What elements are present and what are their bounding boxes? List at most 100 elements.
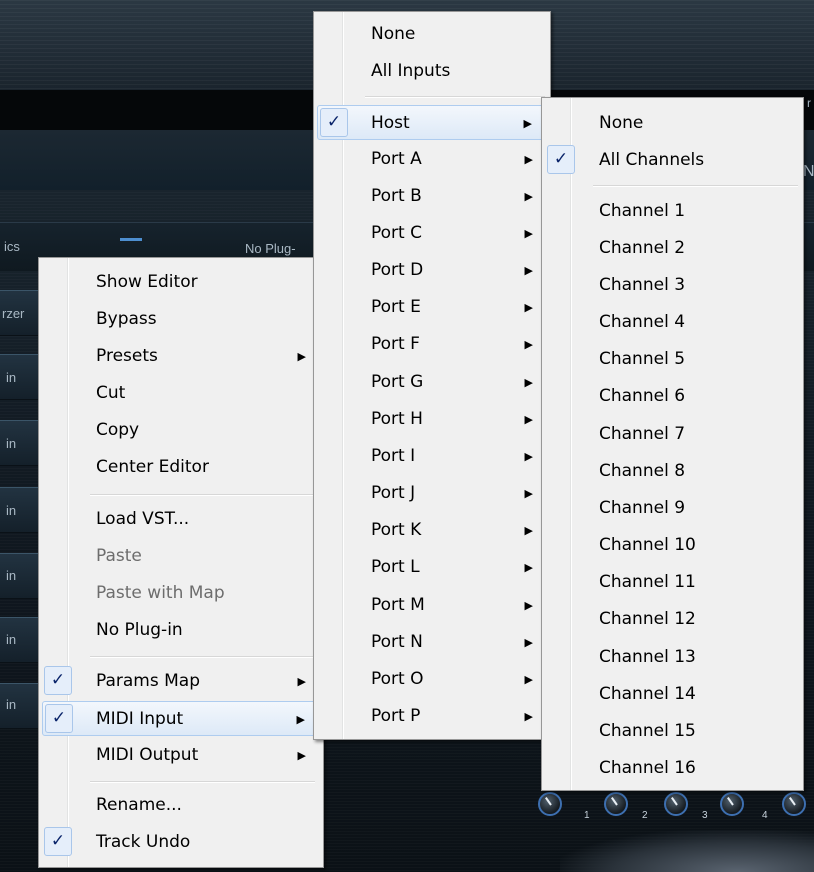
slot-row-label: in	[6, 436, 17, 451]
menu-item-label: Channel 7	[599, 424, 686, 444]
knob-number: 3	[702, 810, 708, 821]
menu-item-port-b[interactable]: Port B ▶	[317, 179, 547, 214]
menu-item-label: Copy	[96, 420, 140, 440]
menu-item-load-vst[interactable]: Load VST...	[42, 502, 320, 537]
menu-item-channel-10[interactable]: Channel 10	[545, 528, 800, 563]
knob-4[interactable]	[720, 792, 744, 816]
submenu-arrow-icon: ▶	[524, 450, 533, 463]
menu-item-cut[interactable]: Cut	[42, 376, 320, 411]
menu-item-host[interactable]: ✓ Host ▶	[317, 105, 547, 140]
menu-item-port-c[interactable]: Port C ▶	[317, 216, 547, 251]
knob-5[interactable]	[782, 792, 806, 816]
menu-separator	[593, 185, 798, 187]
menu-item-label: Port K	[371, 520, 422, 540]
menu-item-channel-12[interactable]: Channel 12	[545, 602, 800, 637]
menu-item-label: All Channels	[599, 150, 705, 170]
menu-item-port-a[interactable]: Port A ▶	[317, 142, 547, 177]
menu-item-channel-7[interactable]: Channel 7	[545, 417, 800, 452]
edge-glyph: N	[803, 163, 814, 180]
check-icon: ✓	[320, 108, 348, 137]
menu-item-channel-16[interactable]: Channel 16	[545, 751, 800, 786]
submenu-arrow-icon: ▶	[523, 117, 532, 130]
menu-item-label: Paste	[96, 546, 142, 566]
menu-item-none[interactable]: None	[317, 17, 547, 52]
menu-item-channel-11[interactable]: Channel 11	[545, 565, 800, 600]
menu-item-params-map[interactable]: ✓ Params Map ▶	[42, 664, 320, 699]
menu-item-channel-2[interactable]: Channel 2	[545, 231, 800, 266]
menu-item-label: Port C	[371, 223, 422, 243]
edge-glyph: r	[807, 96, 811, 110]
menu-item-label: Port G	[371, 372, 424, 392]
menu-item-port-l[interactable]: Port L ▶	[317, 550, 547, 585]
submenu-arrow-icon: ▶	[524, 636, 533, 649]
menu-item-midi-output[interactable]: MIDI Output ▶	[42, 738, 320, 773]
menu-item-label: Channel 14	[599, 684, 696, 704]
menu-item-presets[interactable]: Presets ▶	[42, 339, 320, 374]
knob-number: 1	[584, 810, 590, 821]
menu-item-no-plugin[interactable]: No Plug-in	[42, 613, 320, 648]
menu-item-label: None	[371, 24, 416, 44]
menu-item-channel-15[interactable]: Channel 15	[545, 714, 800, 749]
submenu-arrow-icon: ▶	[524, 153, 533, 166]
menu-item-channel-4[interactable]: Channel 4	[545, 305, 800, 340]
menu-item-channel-5[interactable]: Channel 5	[545, 342, 800, 377]
menu-item-channel-14[interactable]: Channel 14	[545, 677, 800, 712]
menu-item-port-i[interactable]: Port I ▶	[317, 439, 547, 474]
menu-separator	[90, 494, 315, 496]
menu-item-port-d[interactable]: Port D ▶	[317, 253, 547, 288]
menu-item-port-k[interactable]: Port K ▶	[317, 513, 547, 548]
menu-item-all-channels[interactable]: ✓ All Channels	[545, 143, 800, 178]
menu-item-port-m[interactable]: Port M ▶	[317, 588, 547, 623]
menu-item-label: Channel 8	[599, 461, 686, 481]
submenu-arrow-icon: ▶	[524, 673, 533, 686]
menu-item-port-p[interactable]: Port P ▶	[317, 699, 547, 734]
menu-item-channel-13[interactable]: Channel 13	[545, 640, 800, 675]
menu-item-track-undo[interactable]: ✓ Track Undo	[42, 825, 320, 860]
slot-row-label: in	[6, 568, 17, 583]
midi-input-submenu: None All Inputs ✓ Host ▶ Port A ▶ Port B ▶ P…	[313, 11, 551, 740]
menu-item-midi-input[interactable]: ✓ MIDI Input ▶	[42, 701, 320, 736]
menu-item-label: MIDI Input	[96, 709, 184, 729]
menu-item-center-editor[interactable]: Center Editor	[42, 450, 320, 485]
menu-item-label: Params Map	[96, 671, 201, 691]
menu-item-all-inputs[interactable]: All Inputs	[317, 54, 547, 89]
menu-item-label: Channel 2	[599, 238, 686, 258]
menu-item-label: Port L	[371, 557, 420, 577]
knob-number: 4	[762, 810, 768, 821]
menu-item-rename[interactable]: Rename...	[42, 788, 320, 823]
knob-3[interactable]	[664, 792, 688, 816]
menu-item-bypass[interactable]: Bypass	[42, 302, 320, 337]
menu-item-none[interactable]: None	[545, 106, 800, 141]
check-icon: ✓	[45, 704, 73, 733]
submenu-arrow-icon: ▶	[524, 561, 533, 574]
menu-item-label: Port I	[371, 446, 416, 466]
menu-item-port-n[interactable]: Port N ▶	[317, 625, 547, 660]
menu-item-channel-9[interactable]: Channel 9	[545, 491, 800, 526]
menu-item-channel-3[interactable]: Channel 3	[545, 268, 800, 303]
menu-item-port-e[interactable]: Port E ▶	[317, 290, 547, 325]
menu-item-label: Port H	[371, 409, 423, 429]
menu-item-channel-1[interactable]: Channel 1	[545, 194, 800, 229]
menu-item-label: Channel 4	[599, 312, 686, 332]
submenu-arrow-icon: ▶	[297, 749, 306, 762]
menu-item-port-j[interactable]: Port J ▶	[317, 476, 547, 511]
menu-item-copy[interactable]: Copy	[42, 413, 320, 448]
plugin-context-menu: Show Editor Bypass Presets ▶ Cut Copy Cen…	[38, 257, 324, 868]
knob-2[interactable]	[604, 792, 628, 816]
submenu-arrow-icon: ▶	[524, 710, 533, 723]
menu-item-label: All Inputs	[371, 61, 451, 81]
menu-item-port-g[interactable]: Port G ▶	[317, 365, 547, 400]
menu-item-port-h[interactable]: Port H ▶	[317, 402, 547, 437]
menu-item-port-o[interactable]: Port O ▶	[317, 662, 547, 697]
menu-item-channel-6[interactable]: Channel 6	[545, 379, 800, 414]
plugin-slot-label[interactable]: No Plug-	[245, 241, 296, 256]
submenu-arrow-icon: ▶	[524, 487, 533, 500]
menu-item-show-editor[interactable]: Show Editor	[42, 265, 320, 300]
menu-item-label: Track Undo	[96, 832, 191, 852]
menu-item-label: Port M	[371, 595, 425, 615]
menu-item-label: Rename...	[96, 795, 182, 815]
knob-1[interactable]	[538, 792, 562, 816]
menu-item-port-f[interactable]: Port F ▶	[317, 327, 547, 362]
menu-item-channel-8[interactable]: Channel 8	[545, 454, 800, 489]
bottom-decoration	[560, 830, 814, 872]
